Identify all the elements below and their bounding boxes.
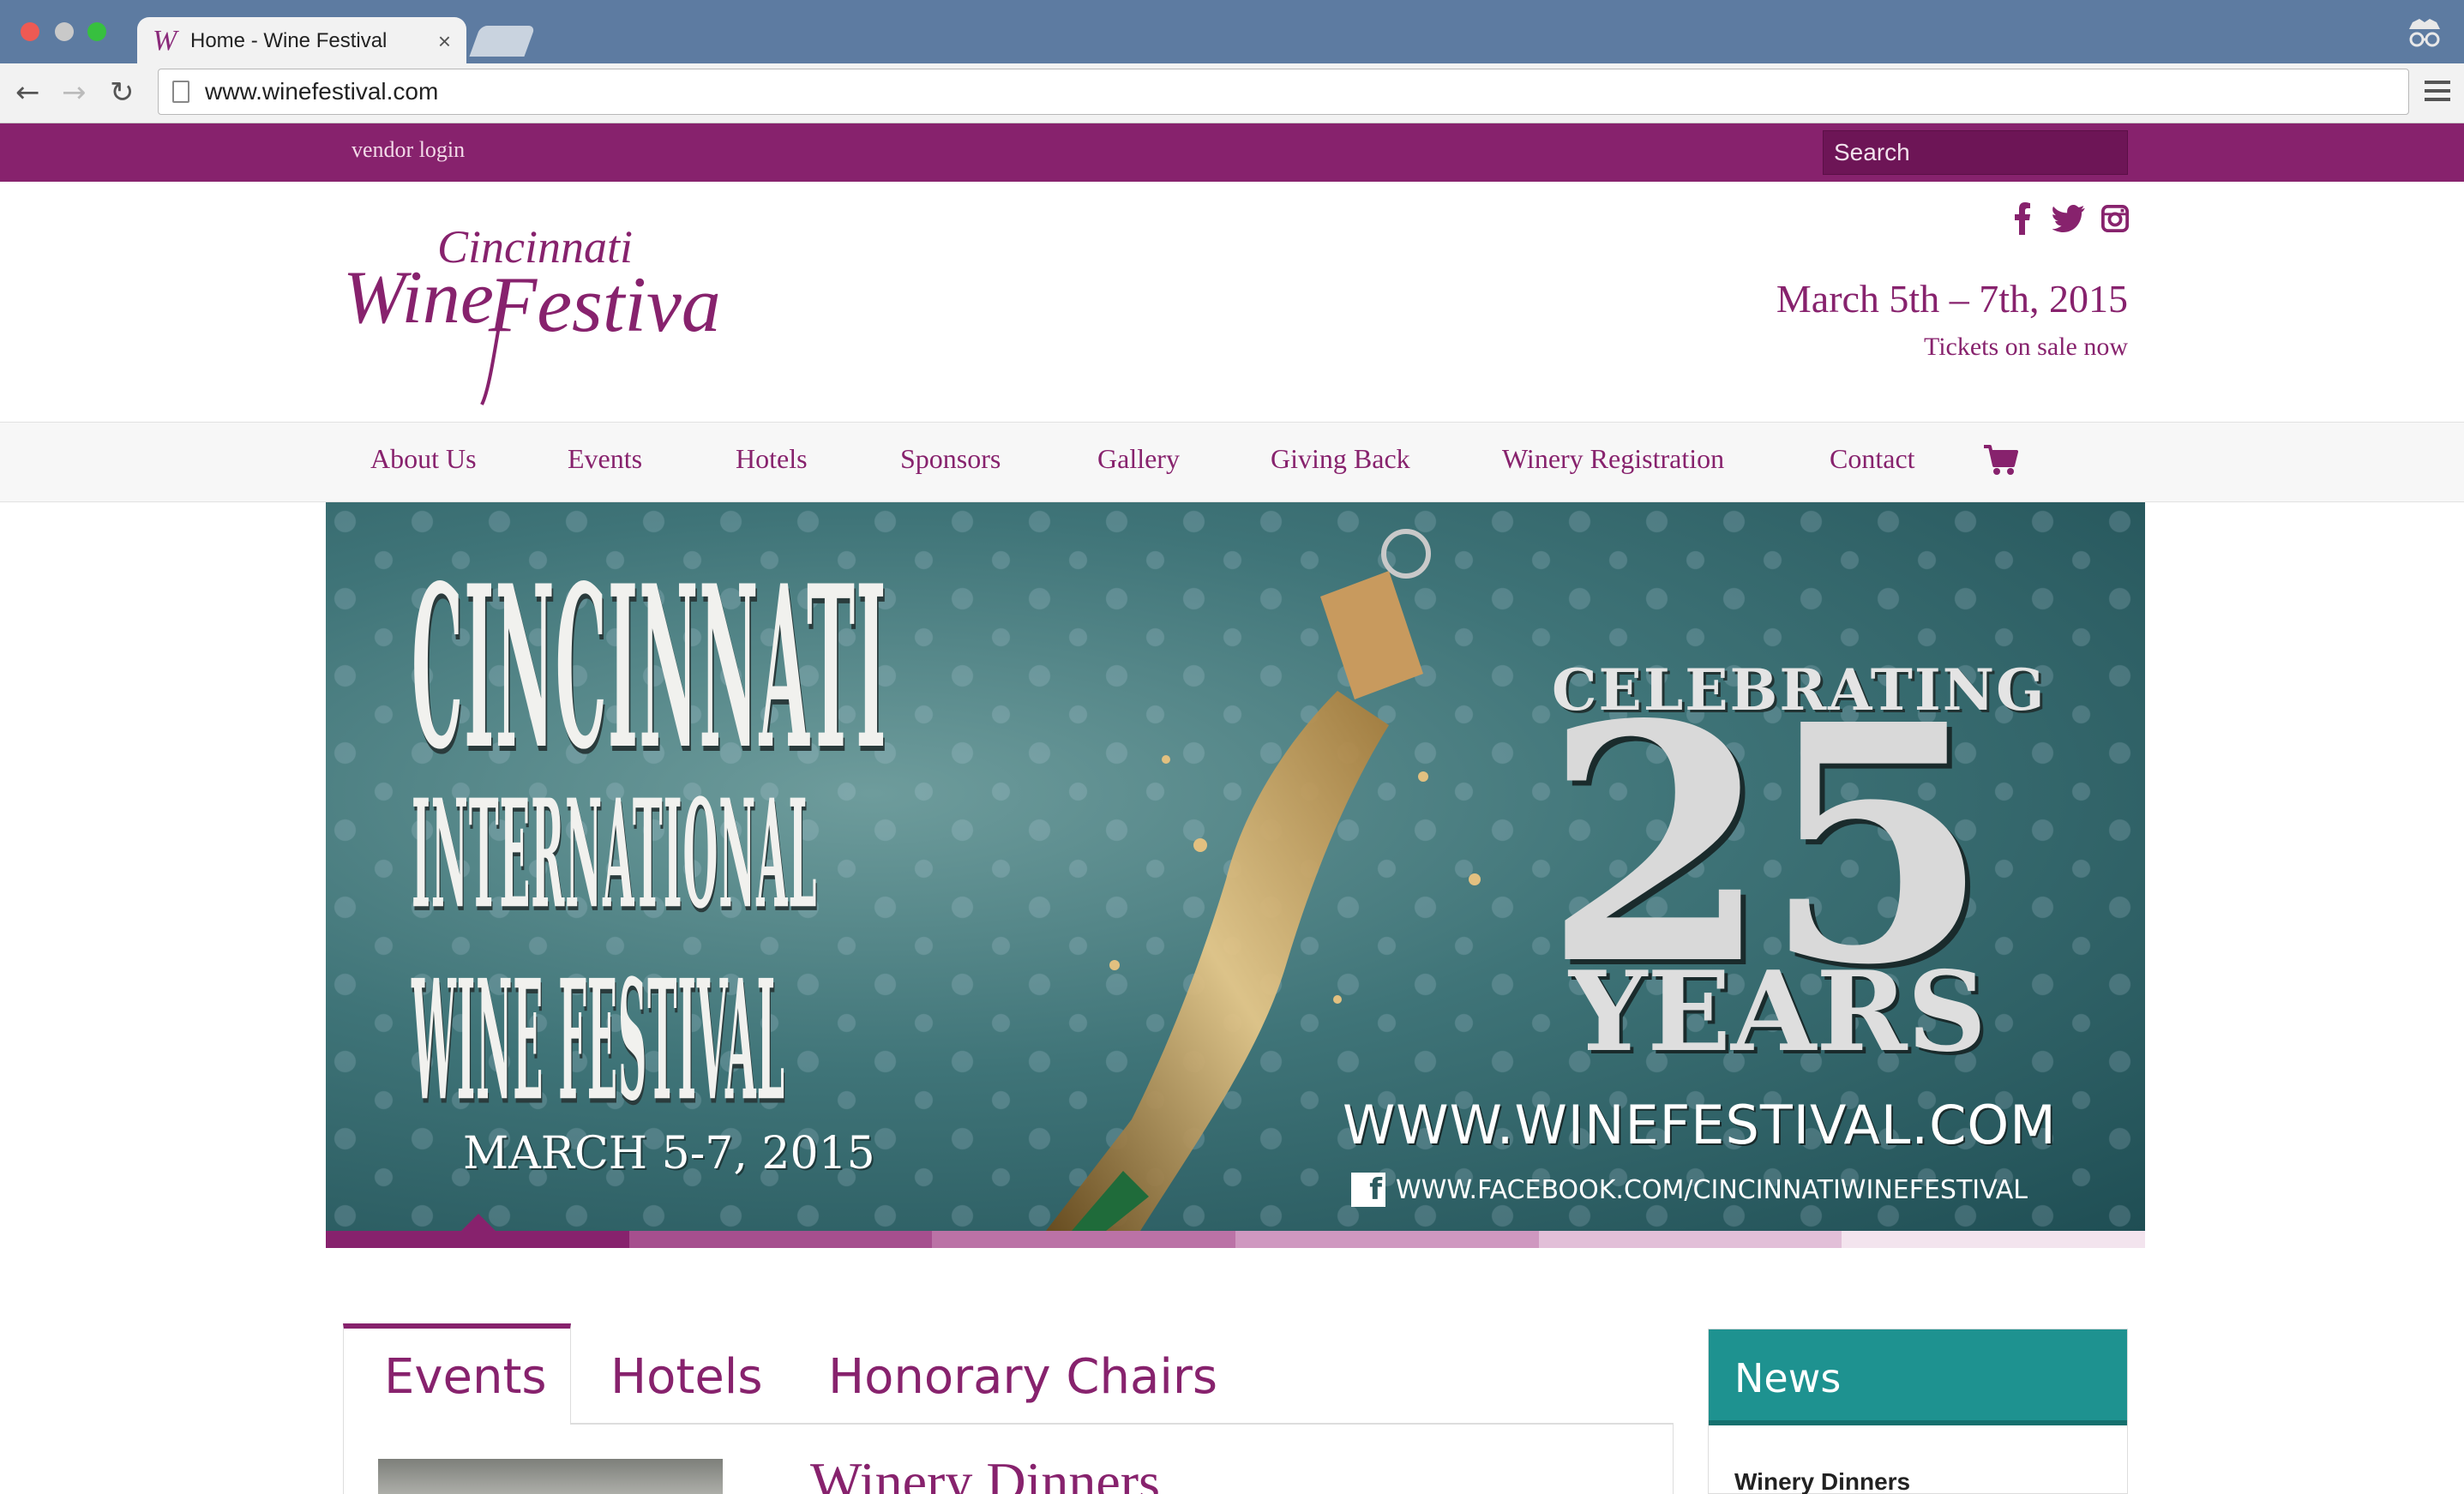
slider-active-pointer bbox=[461, 1214, 496, 1231]
social-links bbox=[2006, 202, 2131, 235]
vendor-login-link[interactable]: vendor login bbox=[352, 137, 465, 163]
slider-dot-2[interactable] bbox=[628, 1231, 933, 1248]
nav-hotels[interactable]: Hotels bbox=[736, 443, 808, 475]
slider-dot-1[interactable] bbox=[326, 1231, 629, 1248]
site-topbar: vendor login bbox=[0, 123, 2464, 182]
main-nav: About Us Events Hotels Sponsors Gallery … bbox=[0, 422, 2464, 502]
banner-facebook: f WWW.FACEBOOK.COM/CINCINNATIWINEFESTIVA… bbox=[1351, 1173, 2028, 1207]
back-icon[interactable]: ← bbox=[15, 75, 40, 110]
event-title[interactable]: Winery Dinners bbox=[810, 1450, 1160, 1494]
slider-dot-4[interactable] bbox=[1235, 1231, 1539, 1248]
nav-winery-registration[interactable]: Winery Registration bbox=[1502, 443, 1724, 475]
forward-icon[interactable]: → bbox=[62, 75, 87, 110]
banner-title-block: CINCINNATI INTERNATIONAL WINE FESTIVAL bbox=[412, 537, 892, 1137]
address-bar[interactable]: www.winefestival.com bbox=[158, 69, 2409, 115]
site-favicon-icon: W bbox=[153, 25, 177, 57]
tab-hotels[interactable]: Hotels bbox=[610, 1349, 763, 1405]
minimize-window-button[interactable] bbox=[55, 22, 74, 41]
event-thumbnail[interactable] bbox=[378, 1459, 723, 1494]
tab-honorary-chairs[interactable]: Honorary Chairs bbox=[828, 1349, 1217, 1405]
search-box bbox=[1823, 130, 2143, 175]
events-panel: Winery Dinners bbox=[343, 1425, 1674, 1494]
banner-years: YEARS bbox=[1569, 948, 1987, 1077]
facebook-icon: f bbox=[1351, 1173, 1385, 1207]
nav-contact[interactable]: Contact bbox=[1830, 443, 1915, 475]
content-tabs: Events Hotels Honorary Chairs Winery Din… bbox=[343, 1323, 1674, 1494]
hero-banner[interactable]: CINCINNATI INTERNATIONAL WINE FESTIVAL M… bbox=[326, 502, 2145, 1231]
logo-festival: Festival bbox=[488, 261, 720, 348]
shopping-cart-icon[interactable] bbox=[1982, 441, 2018, 477]
slider-dot-5[interactable] bbox=[1538, 1231, 1842, 1248]
news-item[interactable]: Winery Dinners bbox=[1734, 1468, 1910, 1494]
banner-facebook-url: WWW.FACEBOOK.COM/CINCINNATIWINEFESTIVAL bbox=[1396, 1174, 2028, 1205]
instagram-icon[interactable] bbox=[2099, 202, 2131, 235]
search-input[interactable] bbox=[1834, 139, 2143, 166]
browser-menu-icon[interactable] bbox=[2425, 81, 2450, 106]
news-title: News bbox=[1734, 1355, 1842, 1401]
tickets-link[interactable]: Tickets on sale now bbox=[1924, 333, 2128, 362]
tab-title: Home - Wine Festival bbox=[190, 29, 388, 52]
nav-events[interactable]: Events bbox=[568, 443, 642, 475]
slider-indicator-bar bbox=[326, 1231, 2146, 1248]
nav-gallery[interactable]: Gallery bbox=[1097, 443, 1180, 475]
nav-about-us[interactable]: About Us bbox=[370, 443, 477, 475]
banner-url: WWW.WINEFESTIVAL.COM bbox=[1343, 1094, 2057, 1156]
banner-line-wine-festival: WINE FESTIVAL bbox=[412, 944, 785, 1137]
tab-events[interactable]: Events bbox=[384, 1349, 547, 1405]
page-icon bbox=[172, 81, 189, 103]
url-text[interactable]: www.winefestival.com bbox=[205, 78, 438, 105]
close-window-button[interactable] bbox=[21, 22, 39, 41]
browser-tab-strip: W Home - Wine Festival × bbox=[0, 0, 2464, 65]
incognito-icon bbox=[2409, 19, 2440, 47]
tab-close-icon[interactable]: × bbox=[438, 28, 451, 55]
maximize-window-button[interactable] bbox=[87, 22, 106, 41]
nav-sponsors[interactable]: Sponsors bbox=[900, 443, 1001, 475]
logo-wine: Wine bbox=[343, 256, 494, 339]
browser-toolbar: ← → ↻ www.winefestival.com bbox=[0, 63, 2464, 123]
new-tab-button[interactable] bbox=[469, 26, 536, 57]
festival-dates: March 5th – 7th, 2015 bbox=[1776, 277, 2128, 321]
facebook-icon[interactable] bbox=[2006, 202, 2039, 235]
slider-dot-3[interactable] bbox=[932, 1231, 1236, 1248]
banner-date: MARCH 5-7, 2015 bbox=[463, 1128, 875, 1179]
site-header: Cincinnati Wine Festival March 5th – 7th… bbox=[0, 182, 2464, 422]
site-logo[interactable]: Cincinnati Wine Festival bbox=[343, 202, 720, 408]
reload-icon[interactable]: ↻ bbox=[110, 75, 135, 110]
news-widget: News Winery Dinners bbox=[1708, 1329, 2128, 1494]
nav-giving-back[interactable]: Giving Back bbox=[1271, 443, 1410, 475]
browser-tab-active[interactable]: W Home - Wine Festival × bbox=[137, 17, 466, 65]
slider-dot-6[interactable] bbox=[1842, 1231, 2146, 1248]
twitter-icon[interactable] bbox=[2052, 202, 2085, 235]
